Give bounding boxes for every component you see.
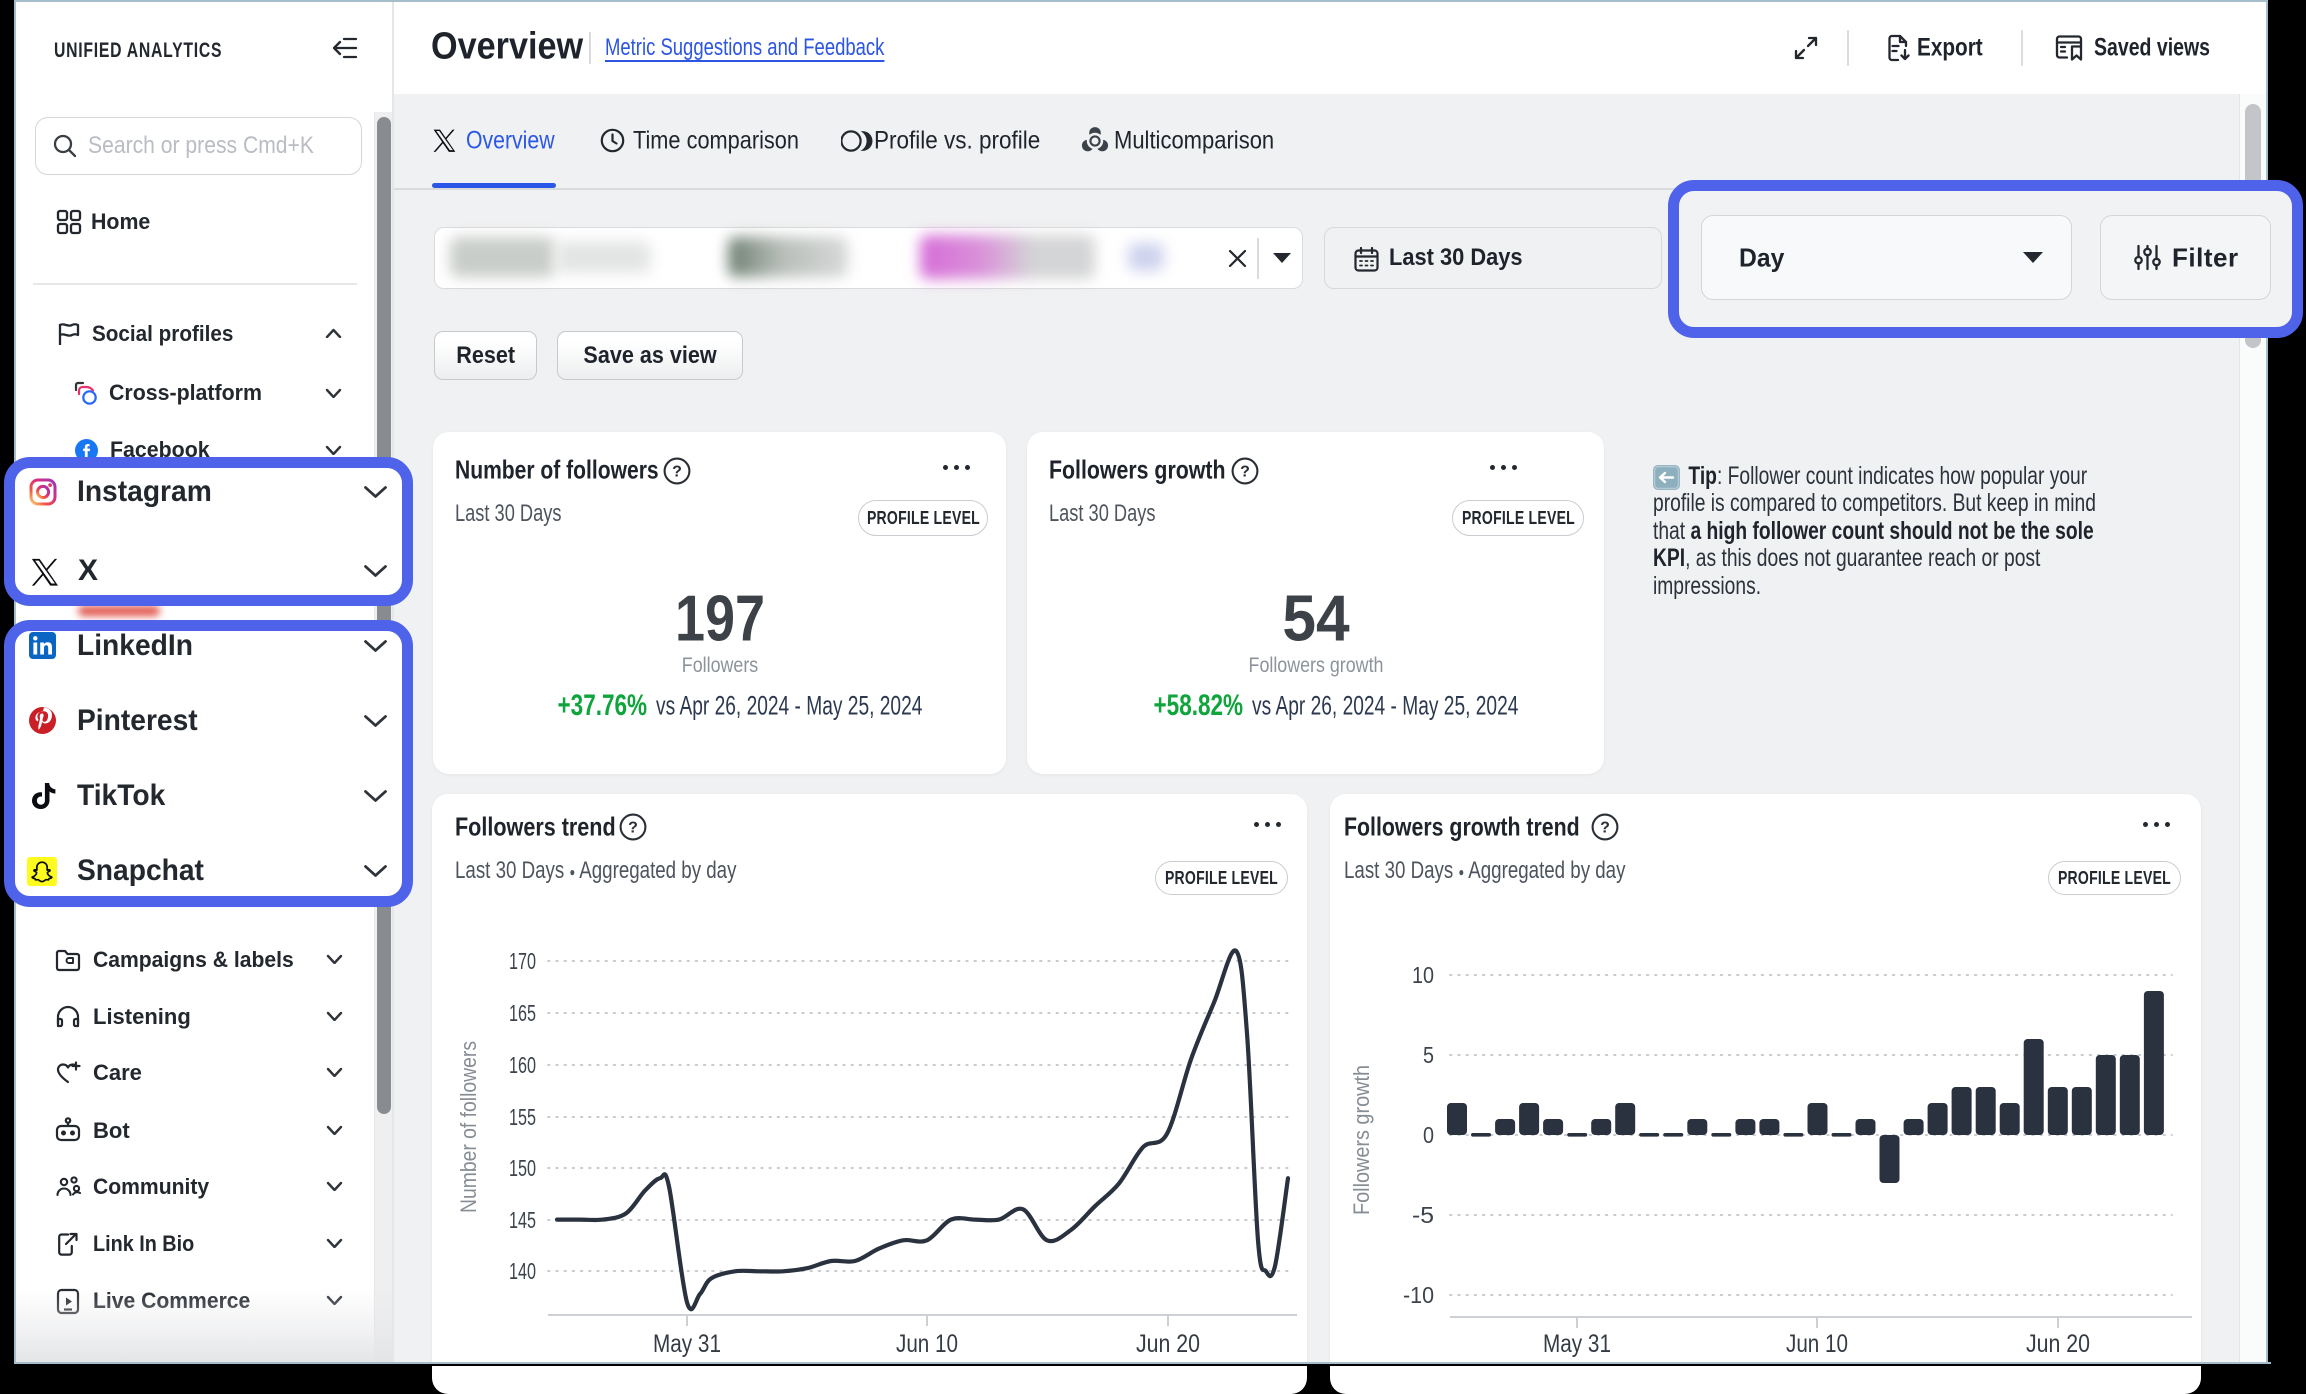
svg-text:155: 155: [509, 1104, 536, 1130]
svg-text:145: 145: [509, 1207, 536, 1233]
svg-text:?: ?: [628, 820, 638, 837]
svg-text:Jun 20: Jun 20: [1136, 1330, 1200, 1358]
svg-text:0: 0: [1423, 1122, 1434, 1148]
svg-text:160: 160: [509, 1052, 536, 1078]
svg-text:-5: -5: [1412, 1202, 1434, 1228]
svg-text:-10: -10: [1403, 1282, 1434, 1308]
svg-text:?: ?: [672, 464, 682, 481]
svg-text:5: 5: [1423, 1042, 1434, 1068]
svg-text:Followers growth: Followers growth: [1349, 1065, 1374, 1215]
svg-text:165: 165: [509, 1000, 536, 1026]
svg-text:May 31: May 31: [1543, 1330, 1611, 1358]
svg-text:140: 140: [509, 1258, 536, 1284]
svg-text:May 31: May 31: [653, 1330, 721, 1358]
svg-text:170: 170: [509, 948, 536, 974]
svg-text:Jun 10: Jun 10: [1786, 1330, 1848, 1358]
svg-text:10: 10: [1412, 962, 1434, 988]
svg-text:?: ?: [1240, 464, 1250, 481]
svg-text:Jun 20: Jun 20: [2026, 1330, 2090, 1358]
svg-text:?: ?: [1600, 820, 1610, 837]
svg-text:Jun 10: Jun 10: [896, 1330, 958, 1358]
svg-text:Number of followers: Number of followers: [456, 1041, 481, 1213]
svg-text:150: 150: [509, 1155, 536, 1181]
